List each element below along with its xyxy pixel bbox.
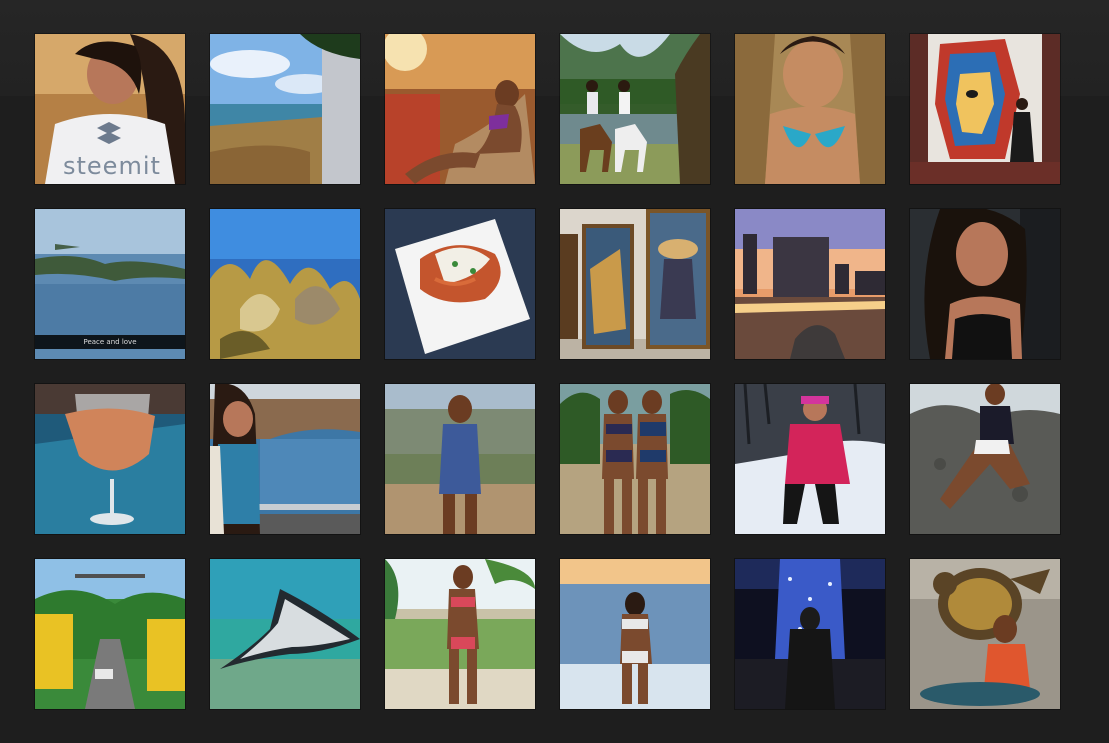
photo-beach-rocky-shore bbox=[210, 34, 360, 184]
photo-tile[interactable] bbox=[35, 559, 185, 709]
photo-tile[interactable] bbox=[560, 34, 710, 184]
photo-tile[interactable] bbox=[560, 559, 710, 709]
photo-gallery-page: steemit Peace and love bbox=[0, 0, 1109, 743]
photo-tile[interactable] bbox=[735, 34, 885, 184]
photo-horseback-riders-stream bbox=[560, 34, 710, 184]
photo-row bbox=[35, 384, 1075, 534]
photo-tile[interactable] bbox=[385, 209, 535, 359]
photo-tile[interactable] bbox=[210, 559, 360, 709]
photo-row: steemit bbox=[35, 34, 1075, 184]
photo-tile[interactable] bbox=[910, 209, 1060, 359]
photo-tile[interactable] bbox=[35, 384, 185, 534]
photo-tile[interactable] bbox=[910, 559, 1060, 709]
photo-street-mural-woman bbox=[910, 34, 1060, 184]
photo-woman-ocean-shoreline bbox=[560, 559, 710, 709]
photo-museum-paintings bbox=[560, 209, 710, 359]
photo-christmas-lights-tree-night bbox=[735, 559, 885, 709]
photo-sunset-city-waterfront bbox=[735, 209, 885, 359]
photo-woman-seaside-railing bbox=[210, 384, 360, 534]
photo-tile[interactable] bbox=[735, 209, 885, 359]
photo-tile[interactable] bbox=[560, 384, 710, 534]
photo-tile[interactable] bbox=[910, 34, 1060, 184]
photo-woman-overlook-hills bbox=[385, 384, 535, 534]
photo-tile[interactable] bbox=[210, 384, 360, 534]
photo-glass-of-rose-wine bbox=[35, 384, 185, 534]
photo-underwater-coral bbox=[210, 209, 360, 359]
photo-tile[interactable] bbox=[735, 384, 885, 534]
photo-woman-rock-wall bbox=[910, 384, 1060, 534]
photo-two-women-bikinis-beach bbox=[560, 384, 710, 534]
photo-tile[interactable] bbox=[560, 209, 710, 359]
photo-tile[interactable] bbox=[385, 34, 535, 184]
photo-tile[interactable]: steemit bbox=[35, 34, 185, 184]
photo-tile[interactable]: Peace and love bbox=[35, 209, 185, 359]
photo-stingray-underwater bbox=[210, 559, 360, 709]
photo-woman-beach-palms bbox=[385, 559, 535, 709]
photo-tile[interactable] bbox=[210, 34, 360, 184]
photo-tile[interactable] bbox=[735, 559, 885, 709]
photo-bikini-selfie-wicker-chair bbox=[735, 34, 885, 184]
photo-snowboarder-pink-jacket bbox=[735, 384, 885, 534]
shirt-logo-text: steemit bbox=[63, 152, 161, 180]
photo-row bbox=[35, 559, 1075, 709]
photo-woman-turtle-statue bbox=[910, 559, 1060, 709]
photo-tile[interactable] bbox=[910, 384, 1060, 534]
photo-woman-purple-bikini-rock bbox=[385, 34, 535, 184]
photo-tile[interactable] bbox=[385, 559, 535, 709]
photo-plated-dish-white-plate bbox=[385, 209, 535, 359]
photo-row: Peace and love bbox=[35, 209, 1075, 359]
photo-tile[interactable] bbox=[385, 384, 535, 534]
photo-selfie-black-top bbox=[910, 209, 1060, 359]
photo-tile[interactable] bbox=[210, 209, 360, 359]
photo-yellow-suspension-bridge bbox=[35, 559, 185, 709]
photo-caption-bar: Peace and love bbox=[35, 335, 185, 349]
